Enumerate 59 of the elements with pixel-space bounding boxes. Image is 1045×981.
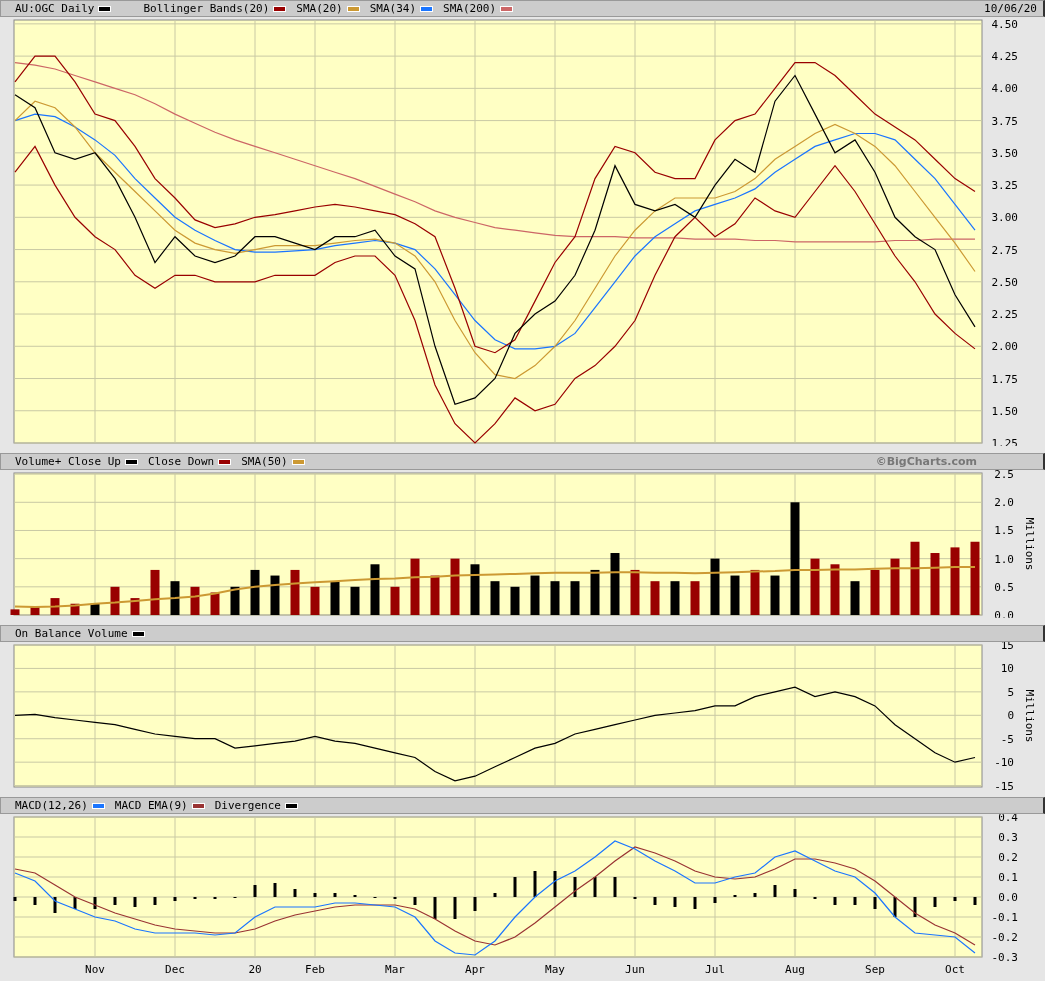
axis-label: -0.2 bbox=[991, 931, 1018, 944]
axis-label: -0.1 bbox=[991, 911, 1018, 924]
axis-label: 2.25 bbox=[991, 308, 1018, 322]
axis-label: 2.75 bbox=[991, 243, 1018, 257]
legend-label: MACD(12,26) bbox=[15, 799, 88, 812]
axis-label: 1.75 bbox=[991, 372, 1018, 386]
axis-label: 4.50 bbox=[991, 17, 1018, 31]
legend-label: Divergence bbox=[214, 799, 281, 812]
axis-label: 2.50 bbox=[991, 275, 1018, 289]
axis-label: 0.2 bbox=[998, 851, 1018, 864]
axis-label: Jun bbox=[625, 963, 645, 976]
axis-label: 3.25 bbox=[991, 179, 1018, 193]
legend-label: On Balance Volume bbox=[15, 627, 128, 640]
axis-label: 1.0 bbox=[994, 552, 1014, 566]
axis-label: Jul bbox=[705, 963, 725, 976]
axis-label: -15 bbox=[994, 779, 1014, 790]
axis-label: Oct bbox=[945, 963, 965, 976]
axis-label: Nov bbox=[85, 963, 105, 976]
legend-label: Bollinger Bands(20) bbox=[143, 2, 270, 15]
chart-date: 10/06/20 bbox=[984, 2, 1037, 15]
legend-label: AU:OGC Daily bbox=[15, 2, 95, 15]
axis-label: May bbox=[545, 963, 565, 976]
axis-label: -0.3 bbox=[991, 951, 1018, 964]
axis-label: Dec bbox=[165, 963, 185, 976]
axis-title: Millions bbox=[1023, 689, 1036, 743]
axis-label: Sep bbox=[865, 963, 885, 976]
axis-label: 1.50 bbox=[991, 404, 1018, 418]
legend-label: SMA(20) bbox=[296, 2, 343, 15]
axis-label: 4.00 bbox=[991, 82, 1018, 96]
legend-label: MACD EMA(9) bbox=[114, 799, 188, 812]
axis-label: -5 bbox=[1000, 732, 1014, 746]
axis-label: Apr bbox=[465, 963, 485, 976]
axis-label: Aug bbox=[785, 963, 805, 976]
axis-label: 0 bbox=[1007, 709, 1014, 723]
legend-label: SMA(34) bbox=[369, 2, 417, 15]
axis-label: 2.0 bbox=[994, 496, 1014, 510]
legend-label: SMA(200) bbox=[443, 2, 497, 15]
legend-label: Volume+ Close Up bbox=[15, 455, 121, 468]
axis-title: Millions bbox=[1023, 517, 1036, 571]
axis-label: 1.5 bbox=[994, 524, 1014, 538]
axis-label: 0.3 bbox=[998, 831, 1018, 844]
axis-label: 3.00 bbox=[991, 211, 1018, 225]
axis-label: 5 bbox=[1007, 685, 1014, 699]
axis-label: 3.75 bbox=[991, 114, 1018, 128]
axis-label: 4.25 bbox=[991, 50, 1018, 64]
axis-label: 0.0 bbox=[998, 891, 1018, 904]
axis-label: Feb bbox=[305, 963, 325, 976]
axis-label: -10 bbox=[994, 756, 1014, 770]
legend-label: SMA(50) bbox=[241, 455, 288, 468]
legend-label: Close Down bbox=[147, 455, 215, 468]
axis-label: 2.00 bbox=[991, 340, 1018, 354]
credit-text: ©BigCharts.com bbox=[875, 455, 977, 468]
axis-label: 3.50 bbox=[991, 146, 1018, 160]
axis-label: 20 bbox=[248, 963, 262, 976]
axis-label: Mar bbox=[385, 963, 405, 976]
axis-label: 0.1 bbox=[998, 871, 1018, 884]
axis-label: 2.5 bbox=[994, 470, 1014, 482]
axis-label: 0.5 bbox=[994, 580, 1014, 594]
axis-label: 10 bbox=[1000, 662, 1014, 676]
